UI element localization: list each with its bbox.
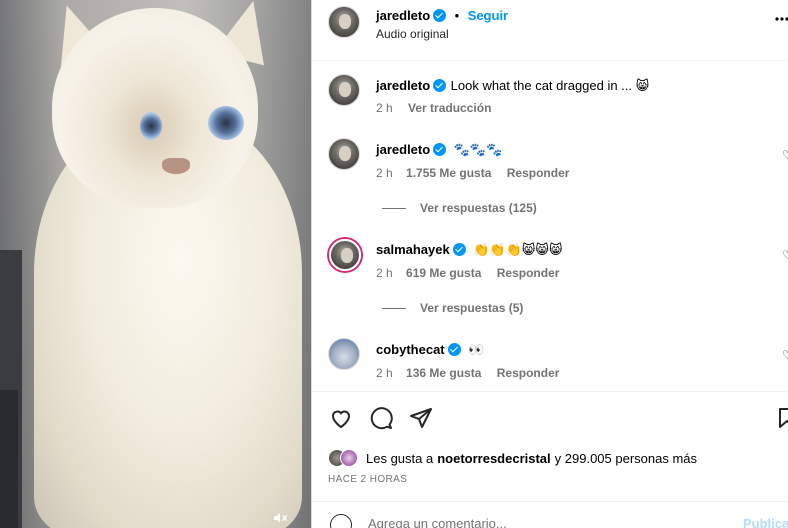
comment-text: 🐾🐾🐾 — [453, 142, 503, 157]
view-replies-label: Ver respuestas (5) — [420, 301, 524, 315]
emoji-icon[interactable] — [330, 514, 352, 528]
follow-button[interactable]: Seguir — [468, 8, 508, 23]
comment-avatar[interactable] — [329, 239, 361, 271]
likes-user[interactable]: noetorresdecristal — [437, 451, 550, 466]
audio-label[interactable]: Audio original — [376, 27, 449, 41]
caption-time[interactable]: 2 h — [376, 101, 393, 115]
post-time[interactable]: HACE 2 HORAS — [328, 474, 407, 485]
cat-eye-right — [208, 106, 244, 140]
comment-like-icon[interactable]: ♡ — [782, 248, 788, 262]
comment-icon[interactable] — [369, 406, 393, 430]
comment-username[interactable]: salmahayek — [376, 242, 450, 257]
post-media[interactable] — [0, 0, 311, 528]
more-options-icon[interactable] — [775, 10, 788, 31]
comment-like-icon[interactable]: ♡ — [782, 348, 788, 362]
likes-suffix[interactable]: y 299.005 personas más — [555, 451, 697, 466]
likes-prefix: Les gusta a — [366, 450, 434, 466]
comment-time[interactable]: 2 h — [376, 366, 393, 380]
reply-button[interactable]: Responder — [497, 366, 560, 380]
author-username[interactable]: jaredleto — [376, 8, 430, 23]
cat-eye-left — [140, 112, 162, 140]
add-comment-bar: Agrega un comentario... Publicar — [312, 501, 788, 528]
replies-divider — [382, 208, 406, 210]
verified-icon — [433, 79, 447, 92]
comment-username[interactable]: jaredleto — [376, 142, 430, 157]
caption-text: Look what the cat dragged in ... 😸 — [450, 78, 650, 93]
verified-icon — [433, 9, 447, 22]
comment-text: 👏👏👏😸😸😸 — [473, 242, 563, 257]
see-translation-button[interactable]: Ver traducción — [408, 101, 491, 115]
comment-time[interactable]: 2 h — [376, 266, 393, 280]
comment-likes[interactable]: 136 Me gusta — [406, 366, 481, 380]
share-icon[interactable] — [409, 406, 433, 430]
comment-likes[interactable]: 619 Me gusta — [406, 266, 481, 280]
view-replies-button[interactable]: Ver respuestas (5) — [382, 301, 523, 315]
reply-button[interactable]: Responder — [497, 266, 560, 280]
view-replies-button[interactable]: Ver respuestas (125) — [382, 201, 537, 215]
media-door-frame — [0, 390, 18, 528]
save-icon[interactable] — [775, 406, 788, 430]
comment-avatar[interactable] — [328, 138, 360, 170]
post-header: jaredleto • Seguir Audio original — [312, 0, 788, 61]
cat-nose — [162, 158, 190, 174]
comment-like-icon[interactable]: ♡ — [782, 148, 788, 162]
likes-summary: Les gusta a noetorresdecristal y 299.005… — [328, 449, 697, 467]
comment-likes[interactable]: 1.755 Me gusta — [406, 166, 491, 180]
comment-username[interactable]: cobythecat — [376, 342, 445, 357]
post-actions: Les gusta a noetorresdecristal y 299.005… — [312, 391, 788, 528]
replies-divider — [382, 308, 406, 310]
publish-button[interactable]: Publicar — [743, 516, 788, 528]
comment-text: 👀 — [468, 342, 485, 357]
comment-avatar[interactable] — [328, 338, 360, 370]
author-avatar[interactable] — [328, 6, 360, 38]
verified-icon — [447, 343, 461, 356]
verified-icon — [452, 243, 466, 256]
reply-button[interactable]: Responder — [507, 166, 570, 180]
caption-username[interactable]: jaredleto — [376, 78, 430, 93]
verified-icon — [433, 143, 447, 156]
comment-time[interactable]: 2 h — [376, 166, 393, 180]
comment-input[interactable]: Agrega un comentario... — [368, 516, 507, 528]
cat-head — [52, 8, 258, 208]
separator-dot: • — [454, 8, 460, 23]
caption-avatar[interactable] — [328, 74, 360, 106]
liker-avatar[interactable] — [340, 449, 358, 467]
like-icon[interactable] — [329, 406, 353, 430]
view-replies-label: Ver respuestas (125) — [420, 201, 537, 215]
post-side-panel: jaredleto • Seguir Audio original jaredl… — [311, 0, 788, 528]
mute-icon[interactable] — [272, 510, 290, 526]
